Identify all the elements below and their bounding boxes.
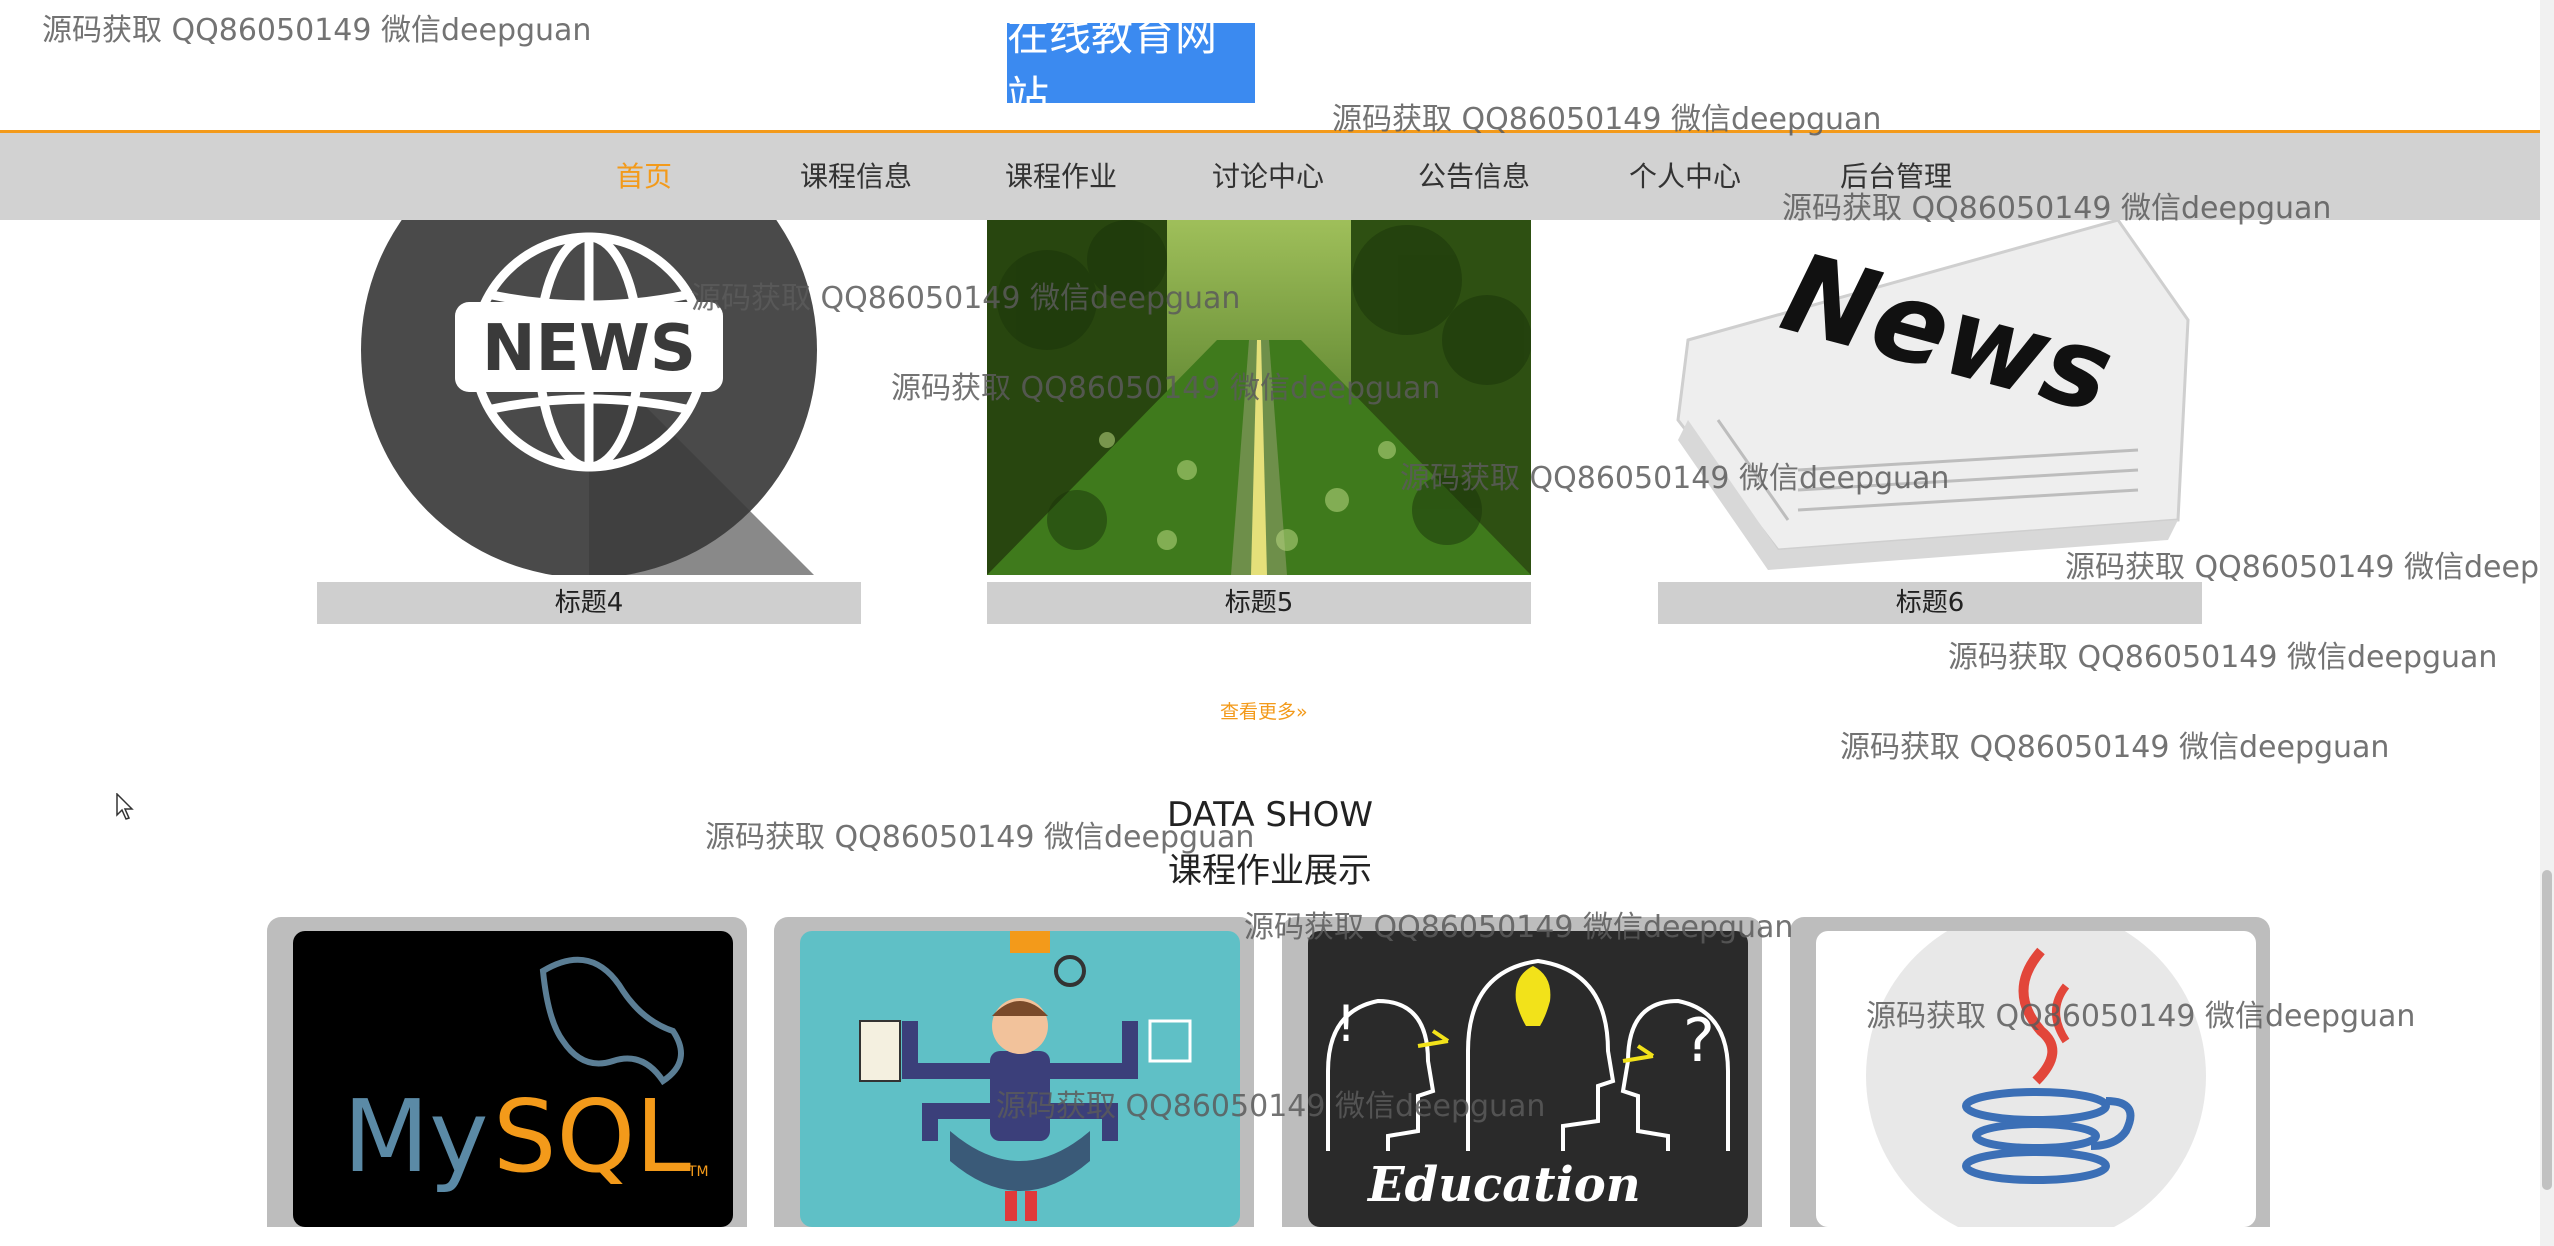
nav-item-admin[interactable]: 后台管理 [1840,133,1952,220]
news-image-newspaper[interactable]: News [1658,220,2202,575]
showcase-image[interactable]: My SQL TM [293,931,733,1227]
nav-item-courses[interactable]: 课程信息 [800,133,912,220]
showcase-card-illustration[interactable] [774,917,1254,1227]
watermark-text: 源码获取 QQ86050149 微信deepguan [42,13,592,48]
nav-item-home[interactable]: 首页 [616,133,672,220]
news-globe-icon: NEWS [317,220,861,575]
showcase-image[interactable]: ! ? Education [1308,931,1748,1227]
svg-text:NEWS: NEWS [482,312,696,386]
svg-text:TM: TM [687,1164,709,1180]
svg-text:?: ? [1683,1006,1715,1076]
svg-text:!: ! [1336,995,1356,1053]
main-nav: 首页 课程信息 课程作业 讨论中心 公告信息 个人中心 后台管理 [0,133,2540,220]
nav-item-discussion[interactable]: 讨论中心 [1212,133,1324,220]
java-logo [1816,931,2256,1227]
showcase-card-mysql[interactable]: My SQL TM [267,917,747,1227]
watermark-text: 源码获取 QQ86050149 微信deepguan [1840,730,2390,765]
nav-item-announcements[interactable]: 公告信息 [1418,133,1530,220]
section-title-cn: 课程作业展示 [1168,851,1372,891]
showcase-card-education[interactable]: ! ? Education [1282,917,1762,1227]
view-more-link[interactable]: 查看更多» [1220,697,1308,724]
site-brand[interactable]: 在线教育网站 [1007,11,1255,121]
mouse-cursor-icon [116,793,134,820]
watermark-text: 源码获取 QQ86050149 微信deepguan [1948,640,2498,675]
showcase-image[interactable] [800,931,1240,1227]
mysql-logo: My SQL TM [293,931,733,1227]
education-chalkboard-icon: ! ? Education [1308,931,1748,1227]
showcase-image[interactable] [1816,931,2256,1227]
multitasking-man-icon [800,931,1240,1227]
section-title-en: DATA SHOW [1167,795,1373,835]
scrollbar-thumb[interactable] [2542,870,2552,1190]
news-caption[interactable]: 标题6 [1658,582,2202,624]
svg-text:Education: Education [1366,1157,1641,1213]
svg-text:SQL: SQL [493,1078,691,1195]
svg-text:My: My [343,1078,488,1195]
nav-item-profile[interactable]: 个人中心 [1629,133,1741,220]
showcase-card-java[interactable] [1790,917,2270,1227]
news-caption[interactable]: 标题5 [987,582,1531,624]
nav-item-homework[interactable]: 课程作业 [1005,133,1117,220]
newspaper-icon: News [1658,220,2202,575]
tree-road-photo [987,220,1531,575]
news-caption[interactable]: 标题4 [317,582,861,624]
news-image-road[interactable] [987,220,1531,575]
page-scrollbar[interactable] [2540,0,2554,1246]
news-image-globe[interactable]: NEWS [317,220,861,575]
